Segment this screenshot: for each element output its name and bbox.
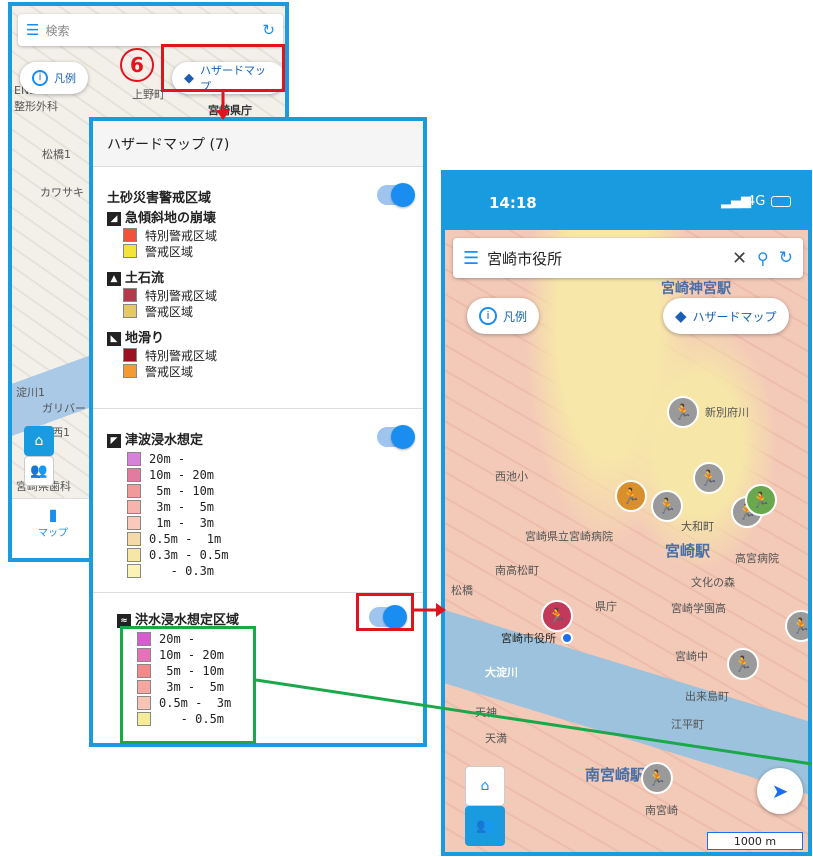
red-arrow-head — [216, 110, 230, 120]
annotation-arrows — [216, 92, 813, 766]
green-connector-line — [255, 678, 813, 766]
red-arrow-head — [436, 603, 446, 617]
